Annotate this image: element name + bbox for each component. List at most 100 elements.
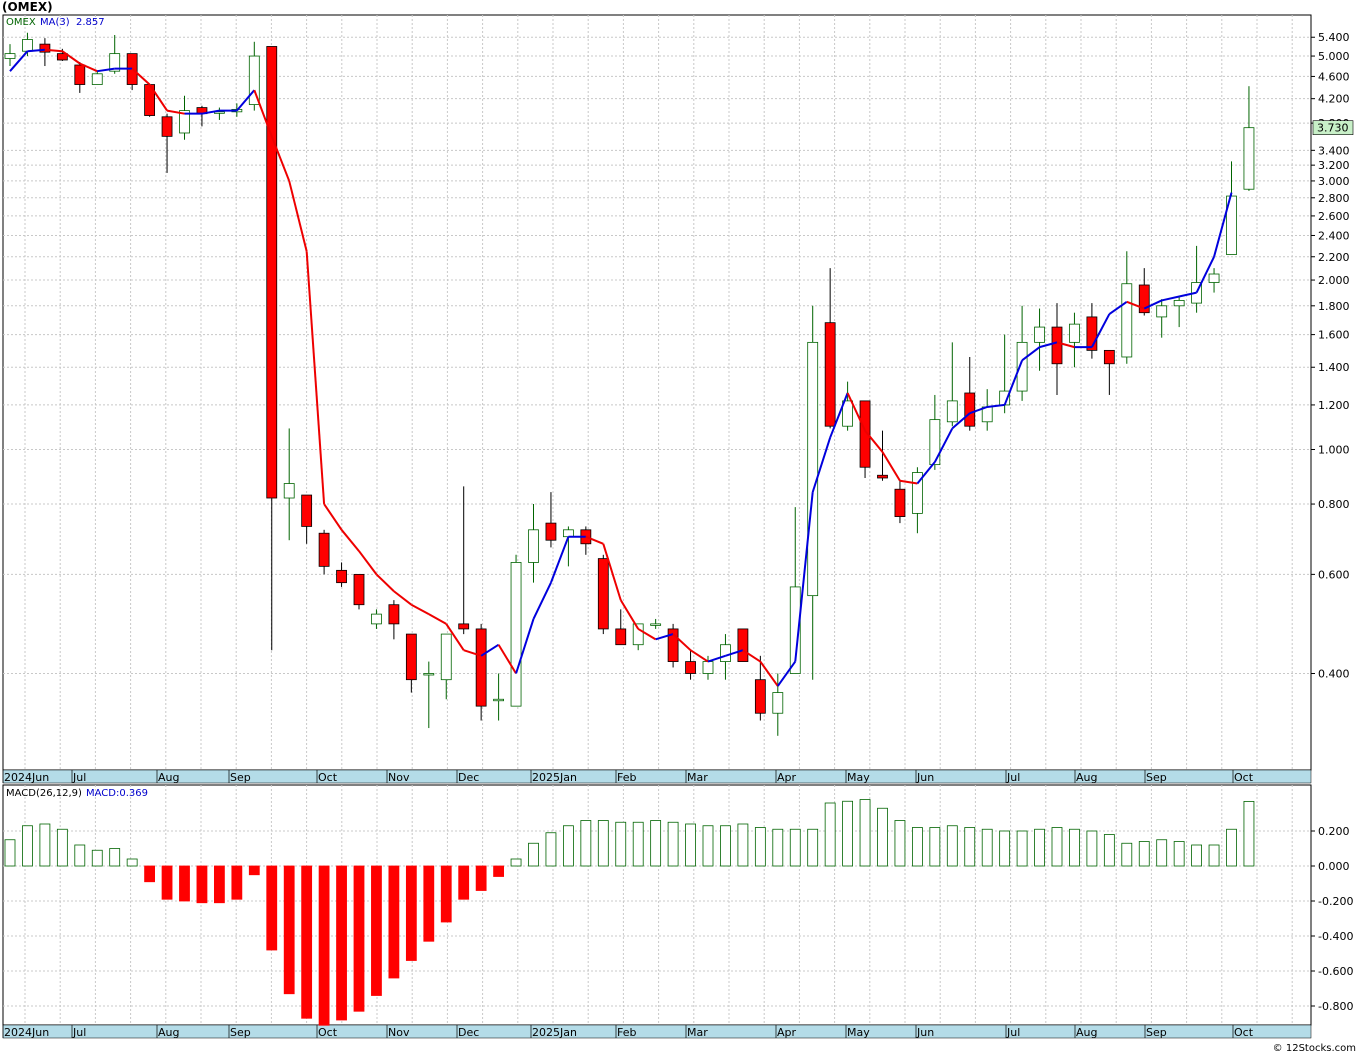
candle-up — [1034, 326, 1045, 343]
macd-month-axis — [2, 1024, 1312, 1039]
macd-bar-positive — [650, 820, 662, 867]
price-tick-label: 1.800 — [1318, 300, 1350, 313]
last-price-label: 3.730 — [1317, 122, 1349, 135]
candle-up — [946, 400, 958, 423]
macd-bar-positive — [1016, 830, 1028, 867]
macd-bar-negative — [301, 865, 313, 1019]
macd-bar-positive — [1173, 841, 1185, 867]
macd-bar-positive — [842, 800, 853, 867]
candle-down — [266, 46, 278, 499]
macd-bar-positive — [91, 849, 103, 867]
candle-down — [475, 628, 487, 707]
macd-tick-label: -0.200 — [1318, 895, 1353, 908]
macd-bar-positive — [824, 802, 836, 867]
macd-bar-negative — [353, 865, 365, 1012]
candle-up — [929, 419, 941, 466]
macd-bar-negative — [144, 865, 156, 883]
price-tick-label: 0.400 — [1318, 668, 1350, 681]
price-tick-label: 1.200 — [1318, 399, 1350, 412]
macd-bar-positive — [528, 842, 539, 867]
price-tick-label: 5.000 — [1318, 50, 1350, 63]
candle-down — [667, 628, 679, 662]
candle-down — [74, 64, 86, 85]
macd-bar-negative — [231, 865, 243, 900]
candle-down — [824, 322, 836, 427]
month-label: Jul — [1006, 771, 1020, 784]
candle-up — [1208, 273, 1220, 283]
macd-bar-negative — [213, 865, 225, 904]
month-label: Jul — [72, 1026, 86, 1039]
candle-up — [4, 53, 16, 59]
macd-value-legend: MACD:0.369 — [86, 788, 148, 799]
macd-bar-negative — [248, 865, 260, 876]
month-label: Oct — [1234, 771, 1254, 784]
ticker-legend: OMEX — [6, 17, 36, 28]
candle-down — [597, 558, 609, 630]
macd-bar-positive — [667, 821, 679, 867]
candle-up — [1069, 323, 1080, 343]
macd-bar-positive — [946, 825, 958, 867]
ma-legend: MA(3) — [40, 17, 70, 28]
candle-up — [1243, 127, 1255, 190]
price-tick-label: 2.600 — [1318, 210, 1350, 223]
macd-tick-label: -0.600 — [1318, 965, 1353, 978]
month-label: Aug — [158, 771, 179, 784]
month-label: Feb — [617, 771, 636, 784]
month-label: 2025Jan — [532, 1026, 577, 1039]
month-label: Oct — [318, 771, 338, 784]
month-label: Aug — [1076, 1026, 1097, 1039]
candle-up — [440, 633, 452, 681]
ma-value-legend: 2.857 — [76, 17, 105, 28]
month-label: Jun — [916, 771, 934, 784]
price-tick-label: 3.000 — [1318, 175, 1350, 188]
macd-bar-negative — [423, 865, 435, 942]
month-label: Aug — [1076, 771, 1097, 784]
macd-bar-positive — [56, 828, 68, 867]
candle-up — [91, 73, 103, 85]
candle-up — [510, 562, 522, 707]
price-panel-frame — [2, 14, 1312, 771]
month-label: May — [847, 1026, 870, 1039]
macd-tick-label: 0.000 — [1318, 860, 1350, 873]
macd-bar-positive — [877, 807, 888, 867]
month-label: Sep — [230, 1026, 251, 1039]
month-label: Mar — [687, 1026, 708, 1039]
candle-down — [336, 569, 347, 584]
macd-bar-positive — [999, 830, 1011, 867]
macd-bar-positive — [1121, 842, 1133, 867]
macd-bar-negative — [336, 865, 347, 1021]
macd-bar-positive — [1208, 844, 1220, 867]
macd-bar-positive — [632, 821, 644, 867]
candle-up — [1156, 305, 1168, 318]
macd-bar-positive — [597, 820, 609, 867]
month-label: 2024Jun — [4, 1026, 49, 1039]
candle-up — [1121, 283, 1133, 358]
price-tick-label: 3.200 — [1318, 159, 1350, 172]
macd-bar-positive — [981, 828, 993, 867]
macd-bar-positive — [754, 827, 766, 867]
macd-bar-positive — [1069, 828, 1080, 867]
macd-bar-positive — [510, 858, 522, 867]
macd-bar-positive — [964, 827, 976, 867]
macd-bar-positive — [1191, 844, 1202, 867]
month-label: Oct — [1234, 1026, 1254, 1039]
month-label: Dec — [458, 771, 479, 784]
macd-bar-negative — [440, 865, 452, 923]
price-tick-label: 0.600 — [1318, 568, 1350, 581]
price-tick-label: 4.600 — [1318, 70, 1350, 83]
macd-bar-positive — [109, 848, 121, 867]
macd-tick-label: -0.800 — [1318, 1000, 1353, 1013]
month-label: Apr — [777, 771, 797, 784]
macd-bar-negative — [475, 865, 487, 891]
macd-bar-positive — [74, 844, 86, 867]
price-tick-label: 5.400 — [1318, 31, 1350, 44]
macd-bar-positive — [1034, 828, 1045, 867]
candle-up — [650, 623, 662, 626]
macd-bar-positive — [1138, 841, 1150, 867]
macd-bar-positive — [737, 823, 749, 867]
candle-up — [563, 529, 574, 538]
candle-up — [371, 613, 382, 625]
candle-down — [1051, 326, 1063, 365]
macd-bar-positive — [545, 832, 557, 867]
candle-down — [301, 494, 313, 527]
